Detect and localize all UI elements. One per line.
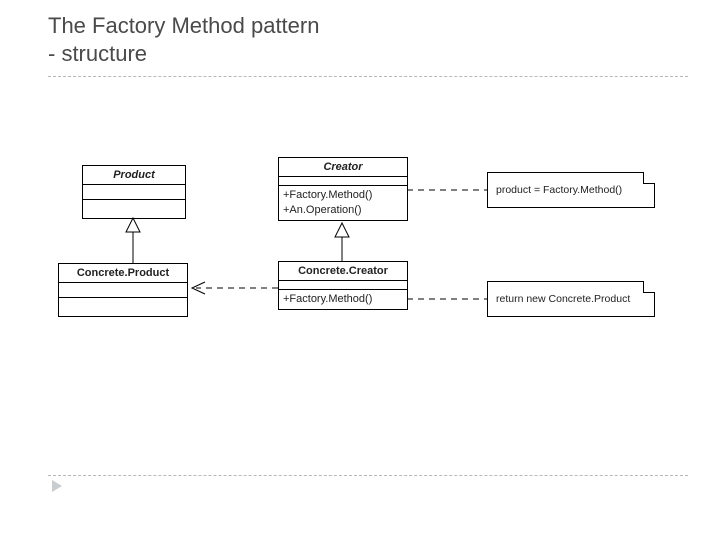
connectors: [0, 0, 720, 540]
triangle-icon: [335, 223, 349, 237]
uml-diagram: Product Concrete.Product Creator +Factor…: [0, 0, 720, 540]
triangle-icon: [126, 218, 140, 232]
